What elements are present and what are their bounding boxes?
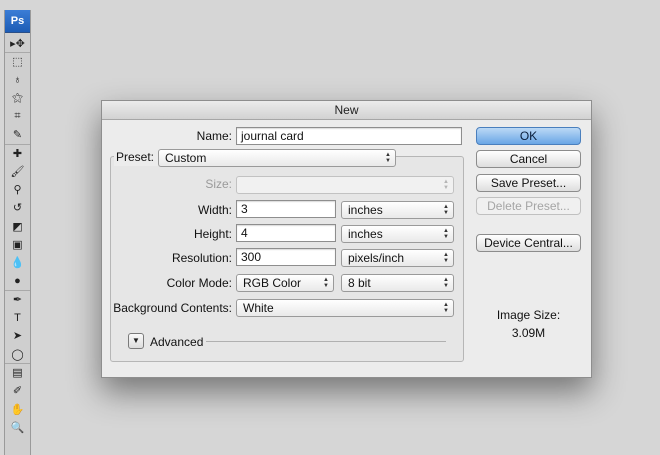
preset-label: Preset:	[116, 150, 155, 164]
image-size-value: 3.09M	[511, 326, 546, 340]
updown-arrows-icon: ▲ ▼	[443, 179, 449, 191]
updown-arrows-icon: ▲ ▼	[443, 204, 449, 216]
delete-preset-button: Delete Preset...	[476, 197, 581, 215]
updown-arrows-icon: ▲ ▼	[323, 277, 329, 289]
color-mode-label: Color Mode:	[166, 276, 232, 290]
updown-arrows-icon: ▲ ▼	[443, 302, 449, 314]
updown-arrows-icon: ▲ ▼	[443, 277, 449, 289]
name-label: Name:	[196, 129, 232, 143]
updown-arrows-icon: ▲ ▼	[443, 228, 449, 240]
height-label: Height:	[193, 227, 232, 241]
notes-tool-icon[interactable]: ▤	[5, 363, 30, 381]
color-mode-select[interactable]: RGB Color ▲ ▼	[236, 274, 334, 292]
lasso-tool-icon[interactable]: ♁	[5, 71, 30, 89]
blur-tool-icon[interactable]: 💧	[5, 254, 30, 272]
zoom-tool-icon[interactable]: 🔍	[5, 418, 30, 436]
gradient-tool-icon[interactable]: ▣	[5, 235, 30, 253]
clone-stamp-tool-icon[interactable]: ⚲	[5, 180, 30, 198]
preset-select[interactable]: Custom ▲ ▼	[158, 149, 396, 167]
width-label: Width:	[197, 203, 232, 217]
preset-value: Custom	[165, 151, 207, 165]
resolution-unit-select[interactable]: pixels/inch ▲ ▼	[341, 249, 454, 267]
move-tool-icon[interactable]: ▸✥	[5, 34, 30, 52]
brush-tool-icon[interactable]: 🖌	[5, 162, 30, 180]
marquee-tool-icon[interactable]: ⬚	[5, 52, 30, 70]
height-unit-value: inches	[348, 227, 383, 241]
updown-arrows-icon: ▲ ▼	[385, 152, 391, 164]
crop-tool-icon[interactable]: ⌗	[5, 107, 30, 125]
resolution-unit-value: pixels/inch	[348, 251, 405, 265]
tool-list: ▸✥ ⬚ ♁ ⚝ ⌗ ✎ ✚ 🖌 ⚲ ↺ ◩ ▣ 💧 ● ✒ T ➤ ◯ ▤ ✐ ✋ 🔍	[5, 34, 30, 437]
advanced-label: Advanced	[150, 335, 204, 349]
color-sampler-tool-icon[interactable]: ✐	[5, 382, 30, 400]
tools-panel: Ps ▸✥ ⬚ ♁ ⚝ ⌗ ✎ ✚ 🖌 ⚲ ↺ ◩ ▣ 💧 ● ✒ T ➤ ◯ ▤ ✐ ✋ 🔍	[4, 10, 31, 455]
save-preset-button[interactable]: Save Preset...	[476, 174, 581, 192]
size-select: ▲ ▼	[236, 176, 454, 194]
healing-brush-tool-icon[interactable]: ✚	[5, 143, 30, 162]
photoshop-logo[interactable]: Ps	[5, 10, 30, 33]
ok-button[interactable]: OK	[476, 127, 581, 145]
bit-depth-select[interactable]: 8 bit ▲ ▼	[341, 274, 454, 292]
device-central-button[interactable]: Device Central...	[476, 234, 581, 252]
new-document-dialog: New Name: journal card Preset: Custom ▲ ▼…	[101, 100, 592, 378]
magic-wand-tool-icon[interactable]: ⚝	[5, 89, 30, 107]
shape-tool-icon[interactable]: ◯	[5, 345, 30, 363]
pen-tool-icon[interactable]: ✒	[5, 290, 30, 308]
color-mode-value: RGB Color	[243, 276, 302, 290]
width-unit-value: inches	[348, 203, 383, 217]
image-size-label: Image Size:	[496, 308, 561, 322]
triangle-down-icon: ▼	[132, 336, 140, 345]
advanced-divider	[206, 341, 446, 342]
height-input[interactable]: 4	[236, 224, 336, 242]
dodge-tool-icon[interactable]: ●	[5, 272, 30, 290]
bit-depth-value: 8 bit	[348, 276, 371, 290]
height-unit-select[interactable]: inches ▲ ▼	[341, 225, 454, 243]
background-contents-value: White	[243, 301, 274, 315]
name-input[interactable]: journal card	[236, 127, 462, 145]
cancel-button[interactable]: Cancel	[476, 150, 581, 168]
resolution-label: Resolution:	[171, 251, 232, 265]
dialog-title: New	[102, 101, 591, 120]
hand-tool-icon[interactable]: ✋	[5, 400, 30, 418]
resolution-input[interactable]: 300	[236, 248, 336, 266]
width-unit-select[interactable]: inches ▲ ▼	[341, 201, 454, 219]
background-contents-select[interactable]: White ▲ ▼	[236, 299, 454, 317]
path-selection-tool-icon[interactable]: ➤	[5, 327, 30, 345]
history-brush-tool-icon[interactable]: ↺	[5, 199, 30, 217]
size-label: Size:	[205, 177, 232, 191]
type-tool-icon[interactable]: T	[5, 308, 30, 326]
updown-arrows-icon: ▲ ▼	[443, 252, 449, 264]
advanced-disclosure-toggle[interactable]: ▼	[128, 333, 144, 349]
eraser-tool-icon[interactable]: ◩	[5, 217, 30, 235]
width-input[interactable]: 3	[236, 200, 336, 218]
background-contents-label: Background Contents:	[113, 301, 232, 315]
eyedropper-tool-icon[interactable]: ✎	[5, 125, 30, 143]
